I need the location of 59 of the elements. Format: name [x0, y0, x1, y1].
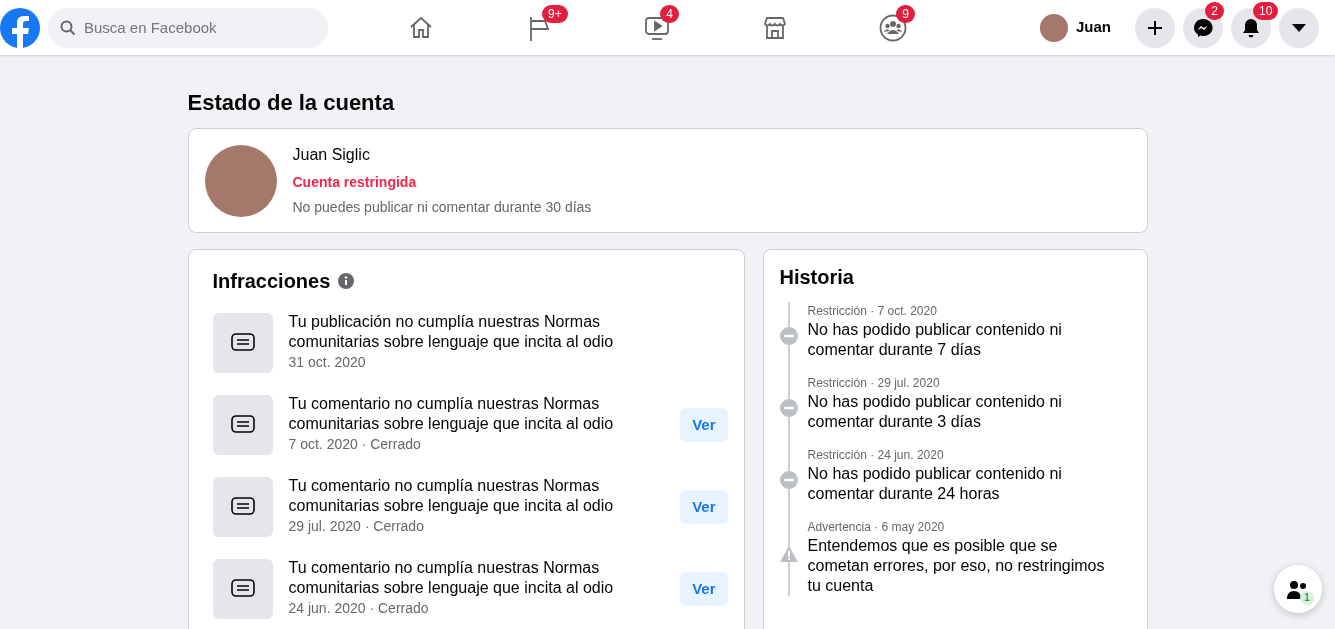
search-field[interactable]: Busca en Facebook [48, 7, 328, 48]
notification-count: 4 [660, 5, 679, 23]
bell-icon [1242, 17, 1260, 38]
facebook-logo-icon[interactable] [0, 7, 40, 48]
infraction-date: 7 oct. 2020 · Cerrado [288, 435, 422, 455]
section-title: Historia [779, 265, 855, 291]
people-icon [1287, 580, 1309, 599]
notification-count: 9+ [542, 5, 568, 23]
restriction-icon [779, 471, 798, 490]
history-meta: Restricción · 24 jun. 2020 [807, 447, 945, 465]
history-meta: Restricción · 29 jul. 2020 [807, 375, 941, 393]
infraction-date: 29 jul. 2020 · Cerrado [288, 517, 425, 537]
view-button[interactable]: Ver [680, 489, 728, 525]
warning-icon [779, 546, 798, 563]
infraction-date: 24 jun. 2020 · Cerrado [288, 599, 430, 619]
infraction-text: Tu publicación no cumplía nuestras Normas comunitarias sobre lenguaje que incita al odio [288, 312, 615, 353]
groups-tab[interactable]: 9 [834, 0, 952, 55]
account-status: Cuenta restringida [292, 173, 418, 193]
create-button[interactable] [1135, 7, 1175, 48]
infraction-text: Tu comentario no cumplía nuestras Normas comunitarias sobre lenguaje que incita al odio [288, 476, 615, 517]
messenger-icon [1193, 17, 1213, 38]
view-button[interactable]: Ver [680, 407, 728, 443]
avatar-photo-placeholder [1040, 13, 1068, 42]
page-title: Estado de la cuenta [187, 90, 396, 117]
profile-link[interactable]: Juan [1040, 13, 1111, 42]
section-title: Infracciones [212, 269, 331, 295]
infraction-date: 31 oct. 2020 [288, 353, 367, 373]
view-button[interactable]: Ver [680, 571, 728, 607]
contacts-button[interactable]: 1 [1274, 565, 1322, 613]
info-icon[interactable] [338, 273, 355, 290]
message-icon [230, 332, 255, 353]
notification-count: 10 [1253, 1, 1279, 20]
account-name: Juan Siglic [292, 145, 371, 166]
notifications-button[interactable] [1231, 7, 1271, 48]
infraction-text: Tu comentario no cumplía nuestras Normas comunitarias sobre lenguaje que incita al odio [288, 558, 615, 599]
history-text: No has podido publicar contenido ni comentar durante 24 horas [807, 464, 1063, 505]
notification-count: 2 [1205, 1, 1224, 20]
history-meta: Advertencia · 6 may 2020 [807, 519, 946, 537]
watch-tab[interactable]: 4 [598, 0, 716, 55]
history-meta: Restricción · 7 oct. 2020 [807, 303, 938, 321]
message-icon [230, 578, 255, 599]
infraction-text: Tu comentario no cumplía nuestras Normas comunitarias sobre lenguaje que incita al odio [288, 394, 615, 435]
contacts-count: 1 [1300, 591, 1314, 605]
restriction-icon [779, 327, 798, 346]
notification-count: 9 [896, 5, 915, 23]
history-text: Entendemos que es posible que se cometan errores, por eso, no restringimos tu cuenta [807, 536, 1106, 597]
store-icon [762, 14, 788, 41]
message-icon [230, 414, 255, 435]
restriction-note: No puedes publicar ni comentar durante 30 días [292, 198, 592, 218]
caret-icon [1292, 23, 1306, 32]
pages-tab[interactable]: 9+ [480, 0, 598, 55]
plus-icon [1147, 19, 1163, 36]
history-text: No has podido publicar contenido ni comentar durante 7 días [807, 320, 1063, 361]
messenger-button[interactable] [1183, 7, 1223, 48]
history-text: No has podido publicar contenido ni comentar durante 3 días [807, 392, 1063, 433]
restriction-icon [779, 399, 798, 418]
message-icon [230, 496, 255, 517]
account-menu-button[interactable] [1279, 7, 1319, 48]
home-icon [408, 14, 434, 41]
